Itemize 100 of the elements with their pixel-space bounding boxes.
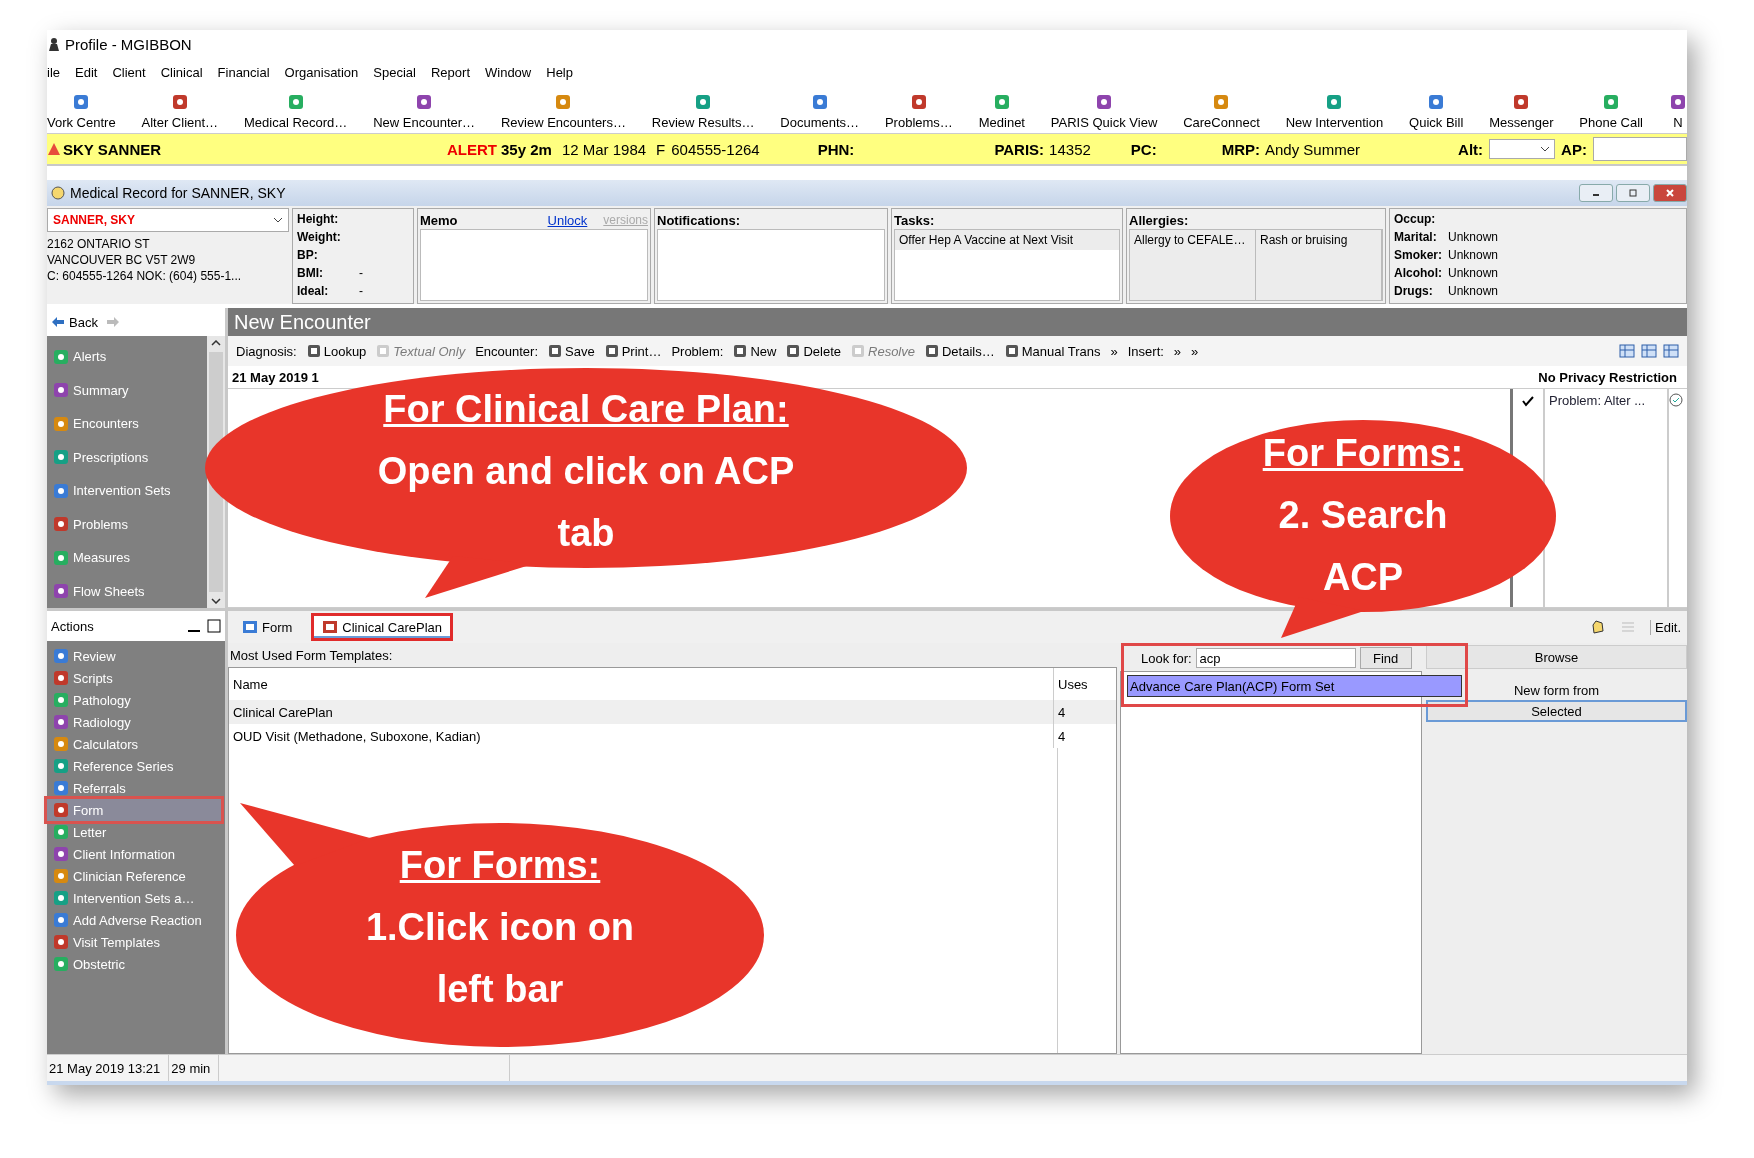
nav-item[interactable]: Encounters — [47, 407, 207, 441]
task-item[interactable]: Offer Hep A Vaccine at Next Visit — [895, 230, 1119, 250]
nav-item[interactable]: Alerts — [47, 340, 207, 374]
tile-icon — [53, 868, 69, 884]
maximize-icon — [1628, 188, 1638, 198]
alt-dropdown[interactable] — [1489, 139, 1556, 159]
actions-title: Actions — [51, 618, 94, 634]
tile-icon — [53, 802, 69, 818]
nav-item[interactable]: Flow Sheets — [47, 574, 207, 608]
toolbar-button[interactable]: PARIS Quick View — [1050, 93, 1158, 130]
toolbar-button[interactable]: New Encounter… — [373, 93, 476, 130]
circle-check-icon — [1669, 393, 1683, 407]
tile-icon — [322, 619, 339, 635]
social-label: Smoker: — [1394, 247, 1444, 264]
tile-icon — [53, 692, 69, 708]
vital-label: Ideal: — [297, 283, 330, 300]
memo-field[interactable] — [420, 229, 648, 301]
toolbar-button[interactable]: CareConnect — [1183, 93, 1260, 130]
menu-item[interactable]: Special — [373, 64, 416, 80]
toolbar-button[interactable]: Alter Client… — [141, 93, 219, 130]
nav-item[interactable]: Intervention Sets — [47, 474, 207, 508]
toolbar-button[interactable]: New — [733, 343, 777, 359]
toolbar-button[interactable]: Delete — [786, 343, 841, 359]
menu-item[interactable]: Help — [546, 64, 573, 80]
action-item[interactable]: Visit Templates — [47, 931, 221, 953]
tile-icon — [53, 382, 69, 399]
toolbar-button[interactable]: Details… — [925, 343, 995, 359]
find-button[interactable]: Find — [1359, 647, 1412, 669]
right-arrow-icon[interactable] — [105, 315, 120, 329]
tab[interactable]: Form — [234, 616, 301, 638]
ap-label: AP: — [1561, 140, 1587, 158]
toolbar-button[interactable]: Quick Bill — [1409, 93, 1464, 130]
tile-icon — [554, 93, 573, 111]
action-item[interactable]: Obstetric — [47, 953, 221, 975]
layout-icon[interactable] — [1619, 343, 1635, 359]
action-item[interactable]: Client Information — [47, 843, 221, 865]
action-item[interactable]: Scripts — [47, 667, 221, 689]
action-item[interactable]: Review — [47, 645, 221, 667]
toolbar-button[interactable]: New Intervention — [1285, 93, 1384, 130]
action-item[interactable]: Reference Series — [47, 755, 221, 777]
menu-item[interactable]: Edit — [75, 64, 98, 80]
ap-field[interactable] — [1592, 137, 1687, 161]
tile-icon — [1427, 93, 1446, 111]
toolbar-button[interactable]: N — [1668, 93, 1687, 130]
menu-item[interactable]: Financial — [217, 64, 270, 80]
action-item[interactable]: Radiology — [47, 711, 221, 733]
action-item[interactable]: Clinician Reference — [47, 865, 221, 887]
toolbar-button[interactable]: Phone Call — [1579, 93, 1643, 130]
action-item[interactable]: Letter — [47, 821, 221, 843]
close-button[interactable] — [1653, 184, 1687, 202]
tile-icon — [694, 93, 713, 111]
toolbar-button[interactable]: Review Encounters… — [500, 93, 626, 130]
layout-icon[interactable] — [1641, 343, 1657, 359]
maximize-button[interactable] — [1616, 184, 1650, 202]
menu-item[interactable]: Organisation — [284, 64, 359, 80]
menu-item[interactable]: Clinical — [160, 64, 203, 80]
tile-icon — [1004, 344, 1019, 358]
table-row[interactable]: OUD Visit (Methadone, Suboxone, Kadian) 4 — [229, 724, 1116, 748]
toolbar-button[interactable]: Print… — [604, 343, 662, 359]
toolbar-button[interactable]: Medical Record… — [244, 93, 348, 130]
edit-menu[interactable]: Edit. — [1650, 619, 1681, 635]
toolbar-button[interactable]: Review Results… — [651, 93, 755, 130]
tab[interactable]: Clinical CarePlan — [314, 616, 451, 638]
nav-item[interactable]: Problems — [47, 507, 207, 541]
search-field[interactable]: acp — [1195, 648, 1356, 668]
menu-item[interactable]: Window — [485, 64, 532, 80]
menu-item[interactable]: Report — [430, 64, 470, 80]
toolbar-label: Problem: — [671, 343, 724, 359]
toolbar-button[interactable]: Problems… — [884, 93, 953, 130]
toolbar-button[interactable]: Lookup — [306, 343, 367, 359]
callout-text: ACP — [1322, 555, 1404, 600]
toolbar-button[interactable]: Medinet — [978, 93, 1025, 130]
column-header[interactable]: Name — [229, 676, 1053, 692]
action-item[interactable]: Pathology — [47, 689, 221, 711]
back-button[interactable]: Back — [51, 314, 98, 330]
browse-button[interactable]: Browse — [1426, 645, 1687, 669]
toolbar-button[interactable]: Manual Trans — [1004, 343, 1101, 359]
patient-select[interactable]: SANNER, SKY — [47, 208, 289, 232]
table-row[interactable]: Clinical CarePlan 4 — [229, 700, 1116, 724]
toolbar-button[interactable]: Messenger — [1489, 93, 1554, 130]
selected-button[interactable]: Selected — [1426, 700, 1687, 722]
toolbar-button[interactable]: Documents… — [780, 93, 860, 130]
look-for-label: Look for: — [1141, 650, 1192, 666]
tile-icon — [548, 344, 562, 358]
menu-item[interactable]: ile — [47, 64, 60, 80]
nav-item[interactable]: Summary — [47, 373, 207, 407]
result-item[interactable]: Advance Care Plan(ACP) Form Set — [1127, 675, 1462, 697]
action-item[interactable]: Calculators — [47, 733, 221, 755]
nav-item[interactable]: Measures — [47, 541, 207, 575]
layout-icon[interactable] — [1663, 343, 1679, 359]
maximize-icon[interactable] — [207, 619, 221, 633]
toolbar-label: » — [1173, 343, 1182, 359]
minimize-button[interactable] — [1579, 184, 1613, 202]
menu-item[interactable]: Client — [112, 64, 146, 80]
action-item[interactable]: Intervention Sets a… — [47, 887, 221, 909]
unlock-link[interactable]: Unlock — [547, 212, 588, 228]
toolbar-button[interactable]: Save — [548, 343, 595, 359]
action-item[interactable]: Add Adverse Reaction — [47, 909, 221, 931]
paris-number: 14352 — [1049, 140, 1091, 158]
toolbar-button[interactable]: Vork Centre — [47, 93, 116, 130]
